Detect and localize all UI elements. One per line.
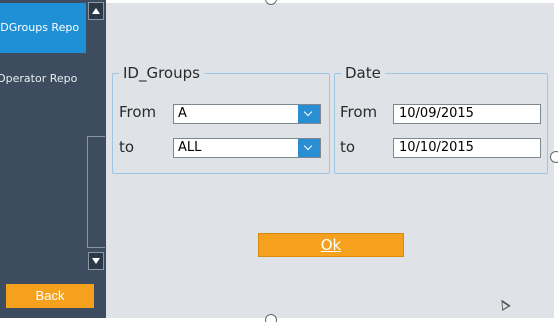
report-form-panel: ID_Groups From A to ALL Date From 10/09/… xyxy=(106,3,554,318)
dropdown-button[interactable] xyxy=(298,139,320,157)
ok-button[interactable]: Ok xyxy=(258,233,404,257)
date-to-field[interactable]: 10/10/2015 xyxy=(393,138,541,158)
dropdown-button[interactable] xyxy=(298,105,320,123)
sidebar: IDGroups Repo Operator Repo Back xyxy=(0,0,106,318)
id-groups-to-label: to xyxy=(119,138,135,156)
sidebar-item-idgroups-report[interactable]: IDGroups Repo xyxy=(0,3,86,53)
report-screen: IDGroups Repo Operator Repo Back ID_Grou… xyxy=(0,0,558,322)
chevron-down-icon xyxy=(303,141,313,151)
id-groups-from-value: A xyxy=(178,106,187,121)
id-groups-to-select[interactable]: ALL xyxy=(173,138,321,158)
date-from-label: From xyxy=(340,103,378,121)
scroll-up-button[interactable] xyxy=(88,2,104,20)
id-groups-from-label: From xyxy=(119,103,157,121)
resize-handle-right[interactable] xyxy=(550,151,558,163)
scroll-up-icon xyxy=(92,8,100,14)
date-from-field[interactable]: 10/09/2015 xyxy=(393,104,541,124)
id-groups-from-select[interactable]: A xyxy=(173,104,321,124)
scroll-down-button[interactable] xyxy=(88,252,104,270)
sidebar-item-operator-report[interactable]: Operator Repo xyxy=(0,54,86,104)
chevron-down-icon xyxy=(303,107,313,117)
date-to-label: to xyxy=(340,138,356,156)
sidebar-item-label: Operator Repo xyxy=(0,72,78,85)
sidebar-scrollbar[interactable] xyxy=(86,0,106,276)
back-button[interactable]: Back xyxy=(6,284,94,308)
date-legend: Date xyxy=(345,64,381,82)
scrollbar-thumb[interactable] xyxy=(87,136,105,248)
id-groups-to-value: ALL xyxy=(178,140,202,155)
id-groups-legend: ID_Groups xyxy=(123,64,200,82)
sidebar-item-label: IDGroups Repo xyxy=(0,21,80,34)
resize-handle-bottom[interactable] xyxy=(265,314,277,322)
scroll-down-icon xyxy=(92,258,100,264)
